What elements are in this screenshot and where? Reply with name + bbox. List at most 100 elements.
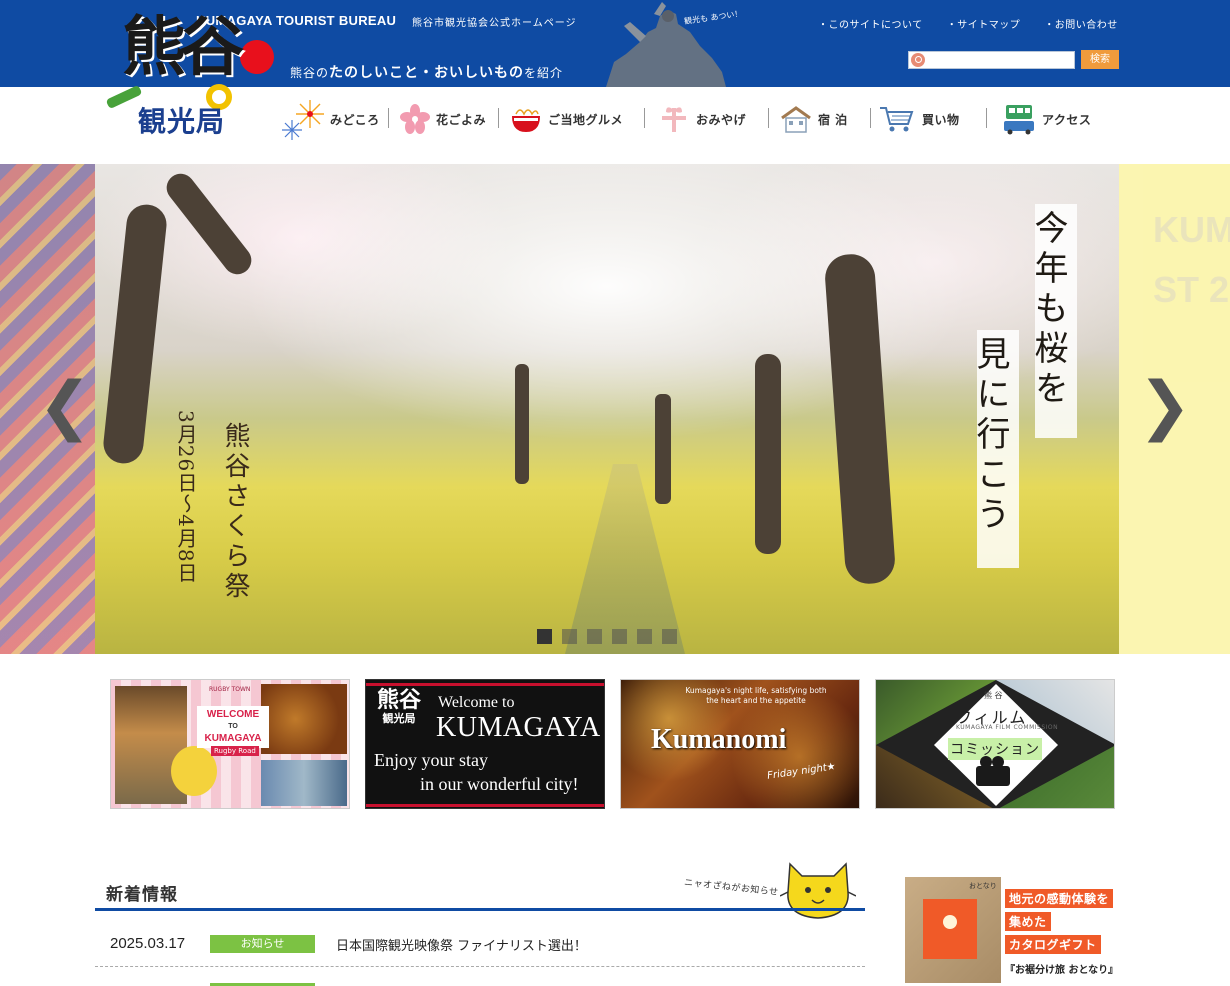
logo-red-dot	[240, 40, 274, 74]
gift-bag-image: おとなり	[905, 877, 1001, 983]
catch-suffix: を紹介	[524, 66, 564, 80]
next-slide-arrow[interactable]: ❯	[1138, 374, 1192, 438]
news-title-link[interactable]: 日本国際観光映像祭 ファイナリスト選出！	[336, 935, 587, 954]
nav-label: ご当地グルメ	[548, 112, 624, 127]
tree-trunk	[101, 202, 169, 466]
banner-line1: Welcome to	[438, 694, 515, 711]
slide-dot[interactable]	[637, 629, 652, 644]
search-button[interactable]: 検索	[1081, 50, 1119, 69]
welcome-city: KUMAGAYA	[204, 733, 262, 744]
house-icon	[781, 106, 811, 133]
header-catchphrase: 熊谷のたのしいこと・おいしいものを紹介	[290, 62, 563, 82]
next-slide-text: KUMU ST 2	[1153, 209, 1230, 310]
slide-dots	[537, 629, 677, 644]
nav-label: 宿 泊	[818, 112, 848, 127]
banner-line3: Enjoy your stay	[374, 750, 488, 770]
slide-dot[interactable]	[662, 629, 677, 644]
nav-divider	[986, 108, 987, 128]
logo-sub-text: 観光局	[138, 105, 226, 138]
search-icon	[911, 53, 925, 67]
main-nav: みどころ 花ごよみ ご当地グルメ おみやげ 宿 泊 買い物 アクセス	[282, 96, 1112, 142]
hero-slider: KUMU ST 2 3月26日〜4月8日 熊谷さくら祭 今年も桜を 見に行こう …	[0, 164, 1230, 654]
page: 熊谷 観光局 KUMAGAYA TOURIST BUREAU 熊谷市観光協会公式…	[0, 0, 1230, 986]
catch-main: たのしいこと・おいしいもの	[329, 65, 525, 81]
prev-slide-arrow[interactable]: ❮	[38, 374, 92, 438]
nav-item-gourmet[interactable]: ご当地グルメ	[510, 96, 623, 142]
banner-small-text: RUGBY TOWN	[209, 686, 251, 693]
banner-welcome-text: WELCOME TO KUMAGAYA	[197, 706, 269, 748]
festival-name: 熊谷さくら祭	[220, 422, 250, 602]
nav-item-access[interactable]: アクセス	[1002, 96, 1091, 142]
header-top-links: ・このサイトについて ・サイトマップ ・お問い合わせ	[818, 16, 1118, 31]
nav-divider	[498, 108, 499, 128]
nav-label: 花ごよみ	[436, 112, 487, 127]
banner-logo-sub: 観光局	[382, 712, 416, 725]
nav-divider	[768, 108, 769, 128]
banner-red-line	[366, 683, 604, 686]
ad-text-line3: カタログギフト	[1005, 935, 1101, 954]
nav-label: 買い物	[922, 112, 960, 127]
hero-slide-sakura[interactable]: 3月26日〜4月8日 熊谷さくら祭 今年も桜を 見に行こう	[95, 164, 1119, 654]
site-logo[interactable]: 熊谷 観光局	[100, 6, 278, 142]
welcome-to: TO	[228, 723, 238, 730]
fireworks-icon	[282, 100, 324, 140]
news-divider	[95, 908, 865, 911]
ad-footer: 『お裾分け旅 おとなり』	[1005, 965, 1119, 976]
sitemap-link[interactable]: ・サイトマップ	[947, 16, 1021, 31]
banner-red-line	[366, 804, 604, 807]
nav-item-omiyage[interactable]: おみやげ	[658, 96, 746, 142]
ad-text-line1: 地元の感動体験を	[1005, 889, 1114, 908]
news-date: 2025.03.17	[110, 935, 186, 952]
banner-pre: 熊 谷	[984, 691, 1003, 700]
nav-item-stay[interactable]: 宿 泊	[780, 96, 848, 142]
gift-icon	[662, 107, 686, 132]
news-item[interactable]: 2025.03.17 お知らせ 日本国際観光映像祭 ファイナリスト選出！	[95, 923, 865, 967]
gift-package	[923, 899, 977, 959]
banner-rugby-welcome[interactable]: RUGBY TOWN WELCOME TO KUMAGAYA Rugby Roa…	[110, 679, 350, 809]
nav-item-midokoro[interactable]: みどころ	[282, 96, 380, 142]
hero-copy-line2: 見に行こう	[970, 330, 1019, 568]
noodle-bowl-icon	[512, 109, 540, 132]
news-category-badge: お知らせ	[210, 935, 315, 953]
food-photo	[261, 684, 347, 754]
banner-sub: KUMAGAYA FILM COMMISSION	[956, 724, 1059, 731]
catalog-gift-ad[interactable]: おとなり 地元の感動体験を 集めた カタログギフト 『お裾分け旅 おとなり』	[905, 877, 1119, 986]
banner-line4: in our wonderful city!	[420, 774, 579, 794]
train-icon	[1004, 105, 1034, 135]
flower-icon	[400, 104, 430, 134]
nav-divider	[870, 108, 871, 128]
news-tagline: ニャオざねがお知らせ	[683, 878, 779, 898]
tree-trunk	[823, 252, 897, 586]
banner-logo-main: 熊谷	[376, 687, 421, 713]
banner-welcome-kumagaya[interactable]: 熊谷 観光局 Welcome to KUMAGAYA Enjoy your st…	[365, 679, 605, 809]
banner-logo: 熊谷 観光局	[370, 688, 428, 726]
official-site-label: 熊谷市観光協会公式ホームページ	[412, 18, 577, 29]
nav-item-shopping[interactable]: 買い物	[878, 96, 960, 142]
movie-camera-icon	[976, 756, 1010, 786]
nav-label: おみやげ	[696, 112, 747, 127]
slide-dot[interactable]	[612, 629, 627, 644]
hero-copy-line1: 今年も桜を	[1028, 204, 1077, 438]
gift-bag-label: おとなり	[969, 882, 997, 890]
contact-link[interactable]: ・お問い合わせ	[1044, 16, 1118, 31]
banner-title: Kumanomi	[651, 724, 787, 755]
about-site-link[interactable]: ・このサイトについて	[818, 16, 923, 31]
slide-dot[interactable]	[537, 629, 552, 644]
catch-prefix: 熊谷の	[290, 66, 330, 80]
nav-divider	[388, 108, 389, 128]
nav-divider	[644, 108, 645, 128]
banner-film-commission[interactable]: 熊 谷 フィルム KUMAGAYA FILM COMMISSION コミッション	[875, 679, 1115, 809]
stadium-photo	[261, 760, 347, 806]
nav-item-hanagoyomi[interactable]: 花ごよみ	[400, 96, 486, 142]
banner-line2: KUMAGAYA	[436, 712, 601, 743]
cart-icon	[880, 107, 914, 132]
tree-trunk	[755, 354, 781, 554]
tree-trunk	[515, 364, 529, 484]
banner-kumanomi[interactable]: Kumagaya's night life, satisfying both t…	[620, 679, 860, 809]
banner-tagline: Kumagaya's night life, satisfying both t…	[685, 686, 827, 705]
festival-dates: 3月26日〜4月8日	[174, 410, 198, 584]
slide-dot[interactable]	[562, 629, 577, 644]
banner-sub-text: Rugby Road	[211, 746, 259, 756]
search-input[interactable]	[908, 51, 1075, 69]
slide-dot[interactable]	[587, 629, 602, 644]
